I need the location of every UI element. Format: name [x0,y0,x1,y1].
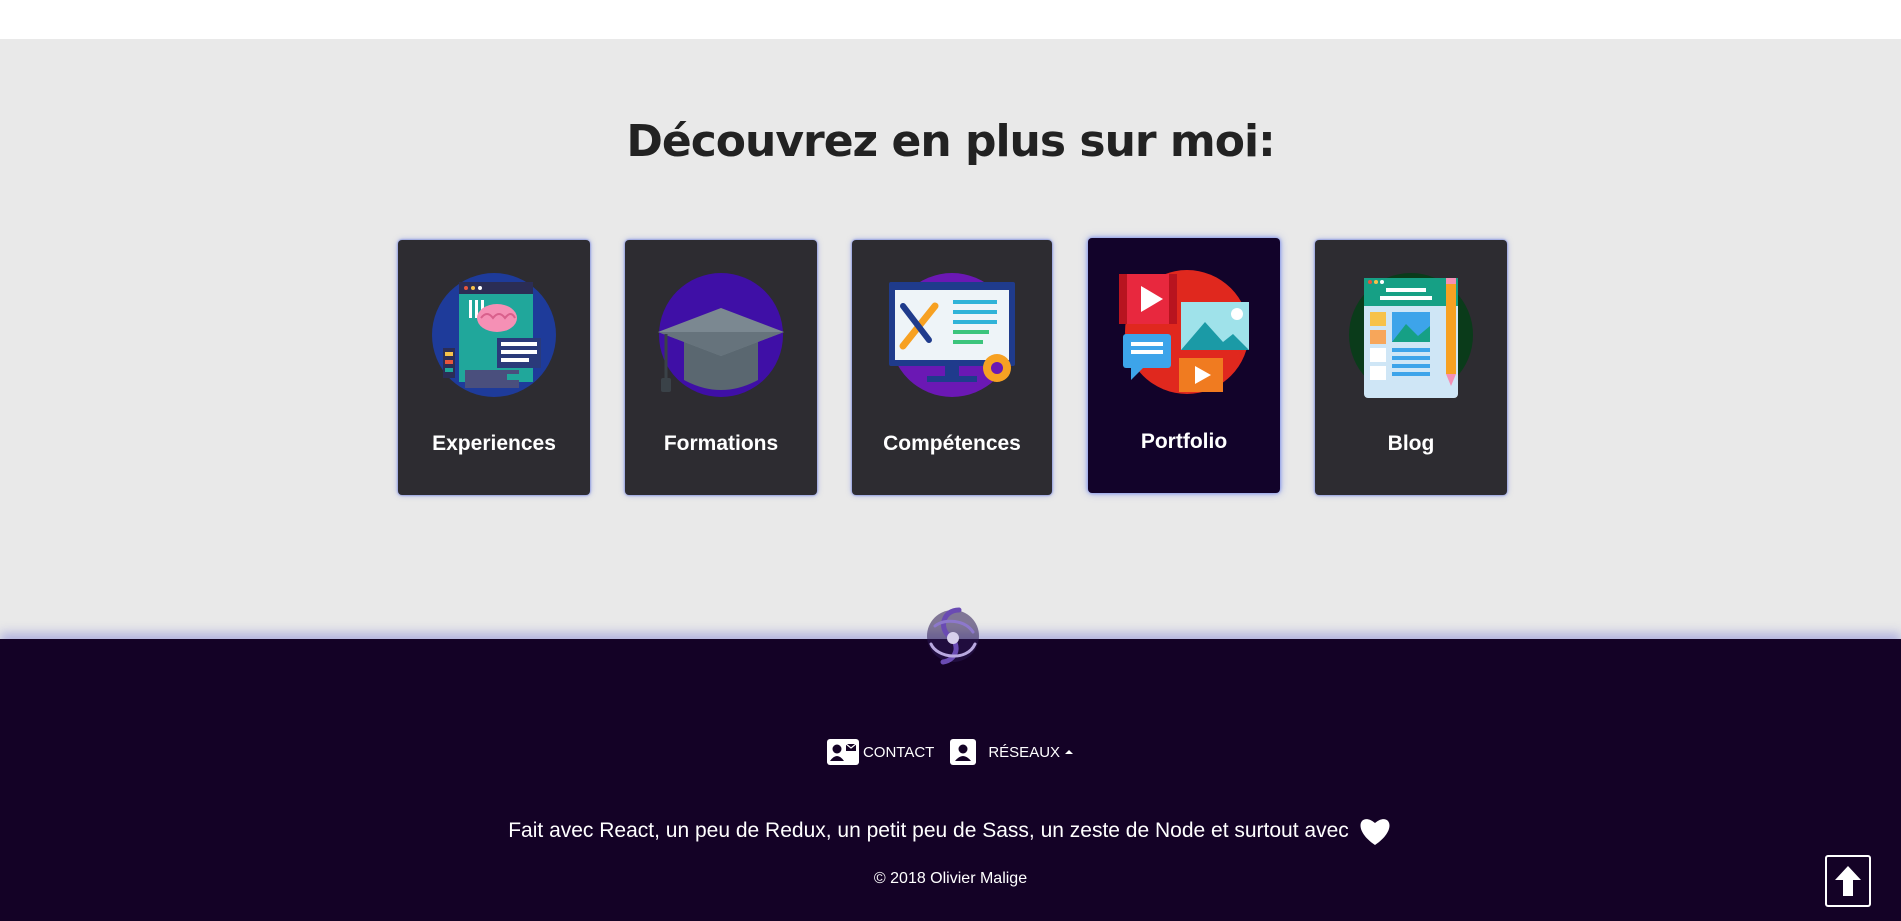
media-portfolio-icon [1119,270,1249,394]
site-logo-icon[interactable] [921,604,985,668]
card-competences[interactable]: Compétences [852,240,1052,495]
card-label: Blog [1387,432,1435,455]
card-label: Portfolio [1140,430,1228,453]
copyright: © 2018 Olivier Malige [873,870,1028,887]
blog-document-icon [1349,273,1473,398]
brain-computer-icon [432,273,556,397]
contact-link[interactable]: CONTACT [826,739,935,765]
caret-up-icon [1065,750,1074,754]
account-box-icon [950,739,977,765]
discover-title: Découvrez en plus sur moi: [626,116,1275,167]
graduation-cap-icon [658,273,784,397]
card-label: Formations [663,432,779,455]
scroll-to-top-button[interactable] [1825,855,1871,907]
card-blog[interactable]: Blog [1315,240,1507,495]
footer-nav: CONTACT RÉSEAUX [0,739,1901,765]
card-label: Experiences [432,432,556,455]
networks-label: RÉSEAUX [988,743,1061,761]
networks-dropdown[interactable]: RÉSEAUX [950,739,1074,765]
tools-monitor-icon [889,273,1015,397]
card-formations[interactable]: Formations [625,240,817,495]
card-experiences[interactable]: Experiences [398,240,590,495]
contact-card-icon [826,739,859,765]
contact-label: CONTACT [862,743,935,761]
made-with-label: Fait avec React, un peu de Redux, un pet… [508,819,1349,842]
top-strip [0,0,1901,39]
card-portfolio[interactable]: Portfolio [1088,238,1280,493]
arrow-up-icon [1835,866,1861,896]
made-with-text: Fait avec React, un peu de Redux, un pet… [0,815,1901,847]
card-label: Compétences [883,432,1021,455]
heart-icon [1360,819,1390,845]
